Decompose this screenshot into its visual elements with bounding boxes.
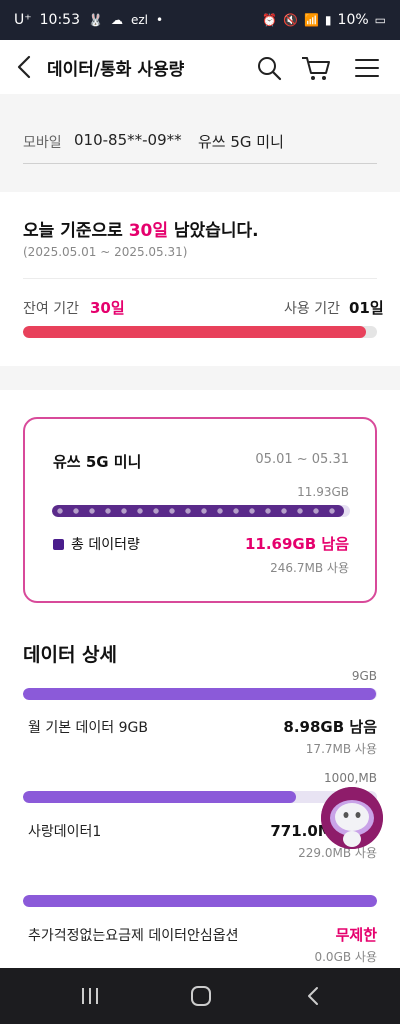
detail-item-name: 추가걱정없는요금제 데이터안심옵션 (28, 928, 239, 944)
cloud-icon: ☁ (110, 13, 123, 27)
rabbit-icon: 🐰 (88, 13, 103, 27)
detail-capacity: 9GB (351, 669, 377, 683)
headline-suffix: 남았습니다. (168, 221, 259, 241)
recent-apps-icon[interactable] (76, 982, 104, 1010)
alarm-icon: ⏰ (262, 13, 278, 27)
page-title: 데이터/통화 사용량 (47, 60, 185, 80)
period-progress-fill (23, 326, 366, 338)
detail-item-used: 229.0MB 사용 (298, 846, 377, 860)
line-type-label: 모바일 (23, 135, 62, 151)
detail-item-remaining: 무제한 (335, 926, 377, 944)
card-capacity: 11.93GB (297, 485, 349, 499)
battery-percent: 10% (337, 12, 369, 28)
billing-period: (2025.05.01 ~ 2025.05.31) (23, 245, 188, 259)
clock: 10:53 (39, 12, 80, 28)
plan-usage-card[interactable]: 유쓰 5G 미니 05.01 ~ 05.31 11.93GB 총 데이터량 11… (23, 417, 377, 603)
detail-data-bar (23, 791, 377, 803)
app-bar: 데이터/통화 사용량 (0, 40, 400, 94)
plan-name: 유쓰 5G 미니 (198, 133, 284, 151)
remaining-period-label: 잔여 기간 (23, 301, 79, 317)
battery-icon: ▭ (374, 13, 386, 27)
headline-prefix: 오늘 기준으로 (23, 221, 129, 241)
legend-square-icon (53, 539, 64, 550)
divider (23, 278, 377, 279)
remaining-period-value: 30일 (90, 299, 125, 317)
card-data-fill (52, 505, 345, 517)
used-period-label: 사용 기간 (284, 301, 340, 317)
divider (23, 163, 377, 164)
card-period: 05.01 ~ 05.31 (255, 452, 349, 467)
wifi-icon: 📶 (303, 13, 319, 27)
detail-data-bar (23, 688, 377, 700)
detail-data-fill (23, 895, 377, 907)
remaining-days-headline: 오늘 기준으로 30일 남았습니다. (23, 216, 259, 241)
dot-icon: • (155, 13, 164, 27)
total-remaining: 11.69GB 남음 (244, 535, 349, 553)
menu-icon[interactable] (353, 54, 381, 82)
chatbot-button[interactable] (321, 787, 383, 849)
section-gap (0, 366, 400, 390)
detail-item-name: 월 기본 데이터 9GB (28, 720, 148, 736)
headline-days: 30일 (128, 221, 168, 241)
used-period-value: 01일 (349, 299, 384, 317)
home-icon[interactable] (187, 982, 215, 1010)
detail-item-name: 사랑데이터1 (28, 824, 102, 840)
phone-number[interactable]: 010-85**-09** (74, 131, 182, 149)
detail-data-bar (23, 895, 377, 907)
card-data-bar (52, 505, 350, 517)
search-icon[interactable] (255, 54, 283, 82)
total-used: 246.7MB 사용 (270, 561, 349, 575)
cart-icon[interactable] (300, 54, 332, 82)
mute-icon: 🔇 (283, 13, 298, 27)
period-progress-bar (23, 326, 377, 338)
detail-data-fill (23, 791, 296, 803)
detail-data-fill (23, 688, 377, 700)
status-bar: U⁺ 10:53 🐰 ☁ ezl • ⏰ 🔇 📶 ▮ 10% ▭ (0, 0, 400, 40)
signal-icon: ▮ (324, 13, 332, 27)
data-detail-title: 데이터 상세 (23, 644, 118, 666)
detail-item-remaining: 8.98GB 남음 (283, 718, 377, 736)
detail-item-used: 0.0GB 사용 (314, 950, 377, 964)
app-notification-icon: ezl (130, 13, 148, 27)
back-nav-icon[interactable] (300, 982, 328, 1010)
back-arrow-icon[interactable] (14, 54, 38, 80)
card-plan-name: 유쓰 5G 미니 (53, 453, 142, 471)
detail-item-used: 17.7MB 사용 (305, 742, 377, 756)
system-nav-bar (0, 968, 400, 1024)
chatbot-robot-icon (321, 787, 383, 849)
total-data-label: 총 데이터량 (71, 537, 140, 553)
carrier-label: U⁺ (14, 12, 32, 28)
detail-capacity: 1000,MB (324, 771, 377, 785)
